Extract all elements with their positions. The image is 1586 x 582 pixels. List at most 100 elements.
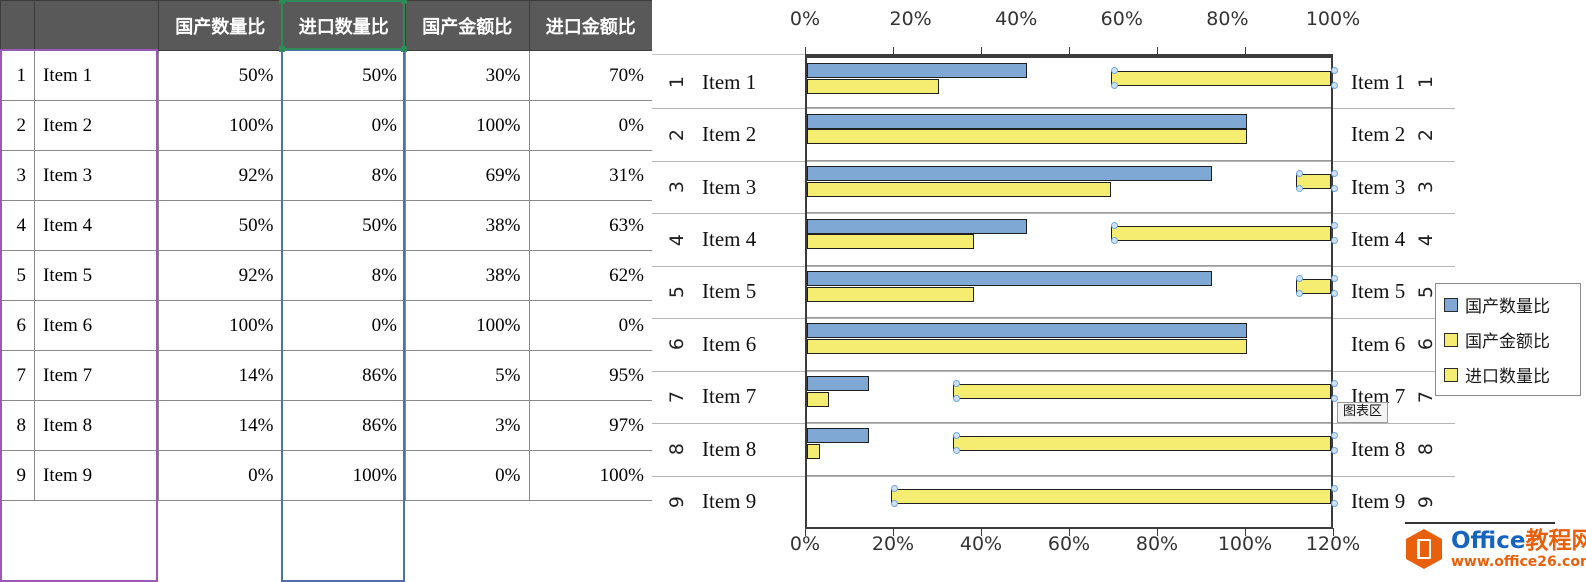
value-cell[interactable]: 70% xyxy=(528,50,653,101)
value-cell[interactable]: 97% xyxy=(528,400,653,451)
table-row[interactable]: 8 Item 8 14% 86% 3% 97% xyxy=(0,400,653,451)
series-selection-handle[interactable] xyxy=(952,447,960,455)
chart-bar[interactable] xyxy=(807,444,821,460)
value-cell[interactable]: 0% xyxy=(405,450,530,501)
value-cell[interactable]: 100% xyxy=(158,300,283,351)
item-name-cell[interactable]: Item 8 xyxy=(34,400,159,451)
table-row[interactable]: 3 Item 3 92% 8% 69% 31% xyxy=(0,150,653,201)
row-number-cell[interactable]: 6 xyxy=(0,300,35,351)
item-name-cell[interactable]: Item 5 xyxy=(34,250,159,301)
item-name-cell[interactable]: Item 6 xyxy=(34,300,159,351)
chart-bar[interactable] xyxy=(807,129,1247,145)
row-number-cell[interactable]: 1 xyxy=(0,50,35,101)
chart-bar[interactable] xyxy=(952,383,1331,399)
series-selection-handle[interactable] xyxy=(1331,169,1338,177)
value-cell[interactable]: 0% xyxy=(528,300,653,351)
value-cell[interactable]: 92% xyxy=(158,150,283,201)
header-cell-import-qty[interactable]: 进口数量比 xyxy=(281,0,406,51)
legend-item[interactable]: 进口数量比 xyxy=(1444,362,1574,387)
header-cell-name[interactable] xyxy=(34,0,159,51)
legend-item[interactable]: 国产金额比 xyxy=(1444,327,1574,352)
chart-bar[interactable] xyxy=(807,113,1247,129)
series-selection-handle[interactable] xyxy=(1331,289,1338,297)
series-selection-handle[interactable] xyxy=(1295,289,1303,297)
header-cell-domestic-qty[interactable]: 国产数量比 xyxy=(158,0,283,51)
table-row[interactable]: 1 Item 1 50% 50% 30% 70% xyxy=(0,50,653,101)
chart-bar[interactable] xyxy=(807,375,869,391)
item-name-cell[interactable]: Item 2 xyxy=(34,100,159,151)
chart-bar[interactable] xyxy=(807,428,869,444)
chart-category-band[interactable] xyxy=(807,161,1338,214)
legend-item[interactable]: 国产数量比 xyxy=(1444,292,1574,317)
value-cell[interactable]: 30% xyxy=(405,50,530,101)
value-cell[interactable]: 38% xyxy=(405,200,530,251)
value-cell[interactable]: 50% xyxy=(281,200,406,251)
value-cell[interactable]: 50% xyxy=(158,200,283,251)
chart-category-band[interactable] xyxy=(807,56,1338,109)
value-cell[interactable]: 5% xyxy=(405,350,530,401)
header-cell-import-amt[interactable]: 进口金额比 xyxy=(528,0,653,51)
series-selection-handle[interactable] xyxy=(952,432,960,440)
value-cell[interactable]: 8% xyxy=(281,150,406,201)
item-name-cell[interactable]: Item 7 xyxy=(34,350,159,401)
value-cell[interactable]: 86% xyxy=(281,350,406,401)
value-cell[interactable]: 62% xyxy=(528,250,653,301)
table-row[interactable]: 4 Item 4 50% 50% 38% 63% xyxy=(0,200,653,251)
value-cell[interactable]: 0% xyxy=(281,100,406,151)
value-cell[interactable]: 100% xyxy=(405,300,530,351)
chart-bar[interactable] xyxy=(807,218,1027,234)
chart-category-band[interactable] xyxy=(807,108,1331,161)
series-selection-handle[interactable] xyxy=(891,499,898,507)
row-number-cell[interactable]: 2 xyxy=(0,100,35,151)
row-number-cell[interactable]: 9 xyxy=(0,450,35,501)
value-cell[interactable]: 100% xyxy=(405,100,530,151)
value-cell[interactable]: 3% xyxy=(405,400,530,451)
chart-pane[interactable]: 0% 20% 40% 60% 80% 100% 0% 20% 40% 60% 80% 100% 120… xyxy=(652,0,1586,582)
value-cell[interactable]: 8% xyxy=(281,250,406,301)
chart-category-band[interactable] xyxy=(807,423,1338,476)
chart-bar[interactable] xyxy=(807,78,939,94)
value-cell[interactable]: 0% xyxy=(158,450,283,501)
chart-bar[interactable] xyxy=(807,391,829,407)
series-selection-handle[interactable] xyxy=(1331,394,1338,402)
series-selection-handle[interactable] xyxy=(1331,379,1338,387)
value-cell[interactable]: 0% xyxy=(528,100,653,151)
series-selection-handle[interactable] xyxy=(952,379,960,387)
value-cell[interactable]: 31% xyxy=(528,150,653,201)
series-selection-handle[interactable] xyxy=(1331,274,1338,282)
value-cell[interactable]: 38% xyxy=(405,250,530,301)
series-selection-handle[interactable] xyxy=(1331,499,1338,507)
row-number-cell[interactable]: 8 xyxy=(0,400,35,451)
series-selection-handle[interactable] xyxy=(1295,184,1303,192)
value-cell[interactable]: 69% xyxy=(405,150,530,201)
row-number-cell[interactable]: 5 xyxy=(0,250,35,301)
value-cell[interactable]: 100% xyxy=(528,450,653,501)
series-selection-handle[interactable] xyxy=(1295,169,1303,177)
series-selection-handle[interactable] xyxy=(891,484,898,492)
chart-category-band[interactable] xyxy=(807,371,1338,424)
chart-bar[interactable] xyxy=(807,286,975,302)
table-row[interactable]: 9 Item 9 0% 100% 0% 100% xyxy=(0,450,653,501)
header-cell-rownum[interactable] xyxy=(0,0,35,51)
value-cell[interactable]: 63% xyxy=(528,200,653,251)
chart-bar[interactable] xyxy=(891,488,1331,504)
value-cell[interactable]: 100% xyxy=(158,100,283,151)
row-number-cell[interactable]: 3 xyxy=(0,150,35,201)
row-number-cell[interactable]: 4 xyxy=(0,200,35,251)
chart-bar[interactable] xyxy=(807,181,1111,197)
value-cell[interactable]: 50% xyxy=(281,50,406,101)
item-name-cell[interactable]: Item 4 xyxy=(34,200,159,251)
chart-bar[interactable] xyxy=(952,436,1331,452)
value-cell[interactable]: 0% xyxy=(281,300,406,351)
value-cell[interactable]: 95% xyxy=(528,350,653,401)
chart-bar[interactable] xyxy=(807,339,1247,355)
data-table[interactable]: 国产数量比 进口数量比 国产金额比 进口金额比 1 Item 1 50% 50% 30%… xyxy=(0,0,653,501)
row-number-cell[interactable]: 7 xyxy=(0,350,35,401)
value-cell[interactable]: 100% xyxy=(281,450,406,501)
chart-category-band[interactable] xyxy=(807,266,1338,319)
chart-category-band[interactable] xyxy=(807,318,1331,371)
series-selection-handle[interactable] xyxy=(952,394,960,402)
chart-bar[interactable] xyxy=(807,63,1027,79)
value-cell[interactable]: 14% xyxy=(158,350,283,401)
series-selection-handle[interactable] xyxy=(1295,274,1303,282)
